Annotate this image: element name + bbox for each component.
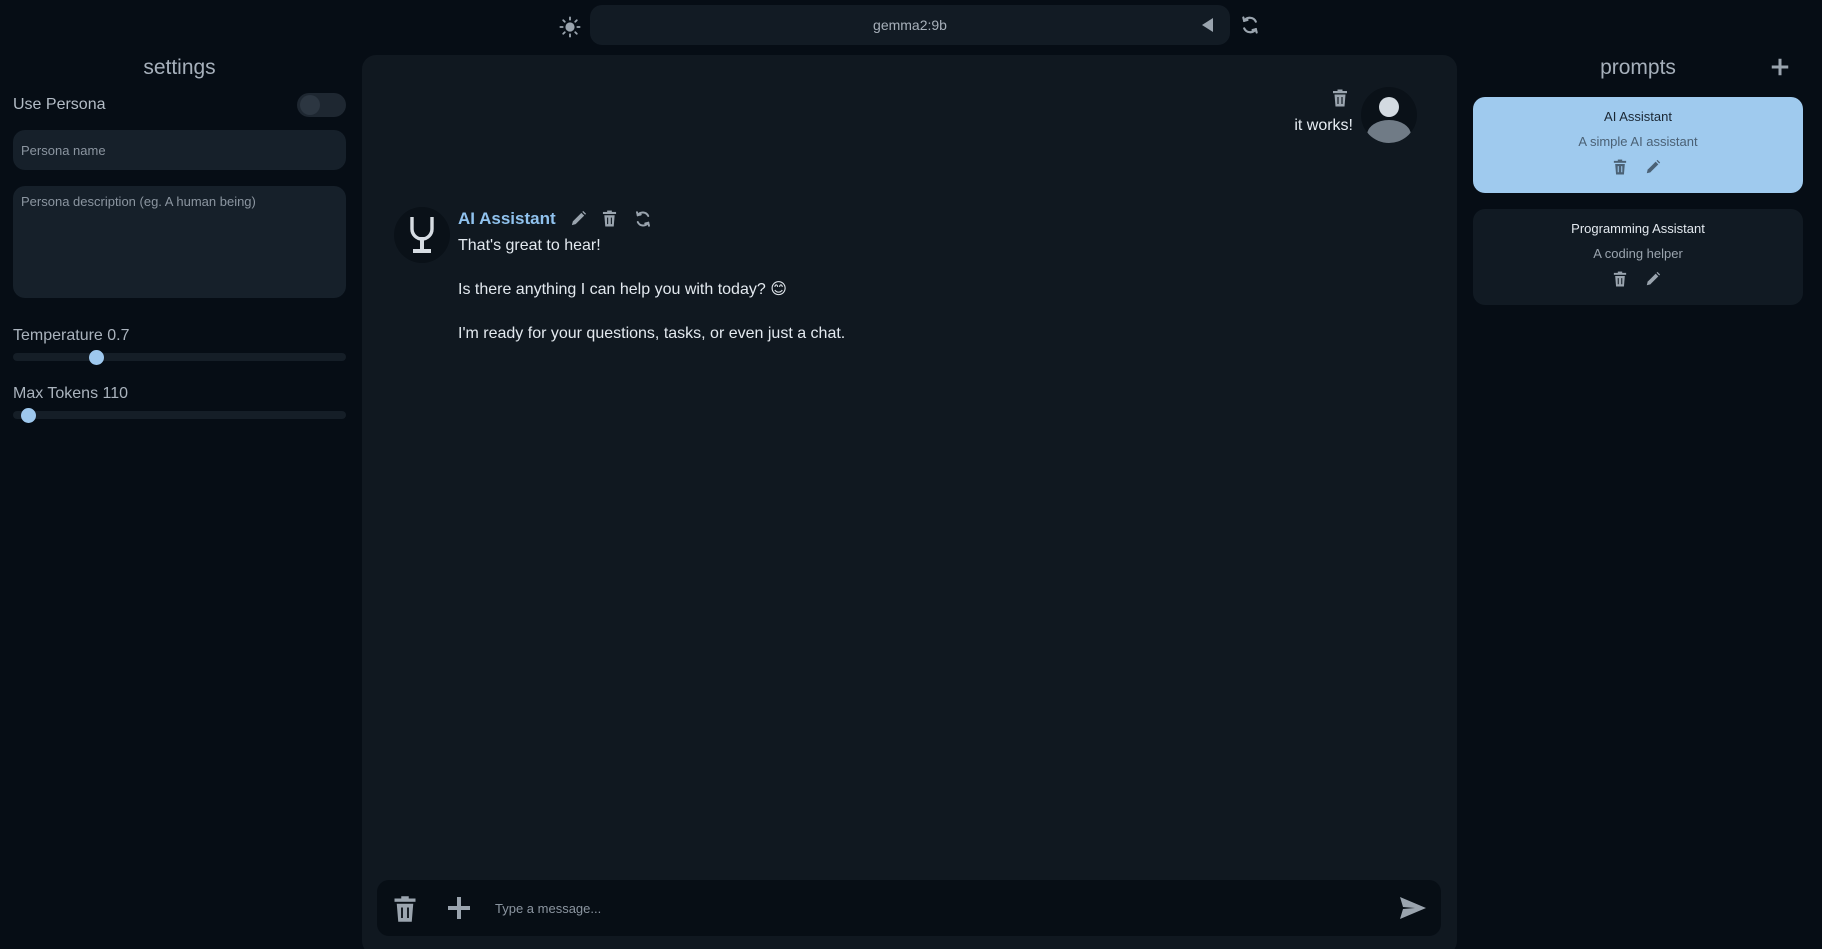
prompt-card-ai-assistant[interactable]: AI Assistant A simple AI assistant: [1473, 97, 1803, 193]
max-tokens-control: Max Tokens 110: [13, 385, 346, 423]
delete-user-message-button[interactable]: [1332, 89, 1350, 107]
caret-left-icon: [1202, 18, 1213, 32]
regenerate-response-button[interactable]: [634, 210, 652, 228]
model-name: gemma2:9b: [873, 17, 947, 33]
use-persona-toggle[interactable]: [297, 93, 346, 117]
add-prompt-button[interactable]: [1771, 58, 1791, 78]
toggle-knob: [300, 95, 320, 115]
top-bar: gemma2:9b: [556, 5, 1260, 45]
prompt-description: A simple AI assistant: [1578, 134, 1698, 149]
delete-prompt-button[interactable]: [1613, 159, 1631, 177]
assistant-logo-icon: [410, 217, 434, 253]
settings-title: settings: [143, 56, 216, 79]
assistant-message-header: AI Assistant: [458, 207, 652, 231]
temperature-label: Temperature 0.7: [13, 327, 130, 344]
trash-icon: [394, 896, 416, 922]
chat-panel: it works! AI Assistant That's great to h…: [362, 55, 1457, 949]
use-persona-row: Use Persona: [13, 92, 346, 118]
send-button[interactable]: [1399, 896, 1427, 920]
temperature-control: Temperature 0.7: [13, 327, 346, 365]
prompt-card-programming-assistant[interactable]: Programming Assistant A coding helper: [1473, 209, 1803, 305]
delete-assistant-message-button[interactable]: [602, 210, 620, 228]
max-tokens-label: Max Tokens 110: [13, 385, 129, 402]
max-tokens-slider[interactable]: [13, 408, 346, 423]
assistant-avatar: [394, 207, 450, 263]
pencil-icon: [1646, 271, 1661, 286]
send-icon: [1400, 897, 1426, 919]
prompt-title: AI Assistant: [1604, 109, 1672, 124]
assistant-paragraph: That's great to hear!: [458, 237, 601, 254]
temperature-slider[interactable]: [13, 350, 346, 365]
max-tokens-slider-thumb[interactable]: [20, 408, 36, 423]
trash-icon: [1613, 271, 1627, 287]
prompts-title: prompts: [1600, 56, 1676, 79]
edit-assistant-message-button[interactable]: [570, 210, 588, 228]
trash-icon: [1613, 159, 1627, 175]
refresh-icon: [635, 211, 650, 227]
edit-prompt-button[interactable]: [1645, 271, 1663, 289]
assistant-message-body: That's great to hear! Is there anything …: [458, 235, 1058, 367]
plus-icon: [1771, 58, 1789, 76]
assistant-paragraph: I'm ready for your questions, tasks, or …: [458, 325, 846, 342]
clear-chat-button[interactable]: [393, 895, 419, 923]
prompt-description: A coding helper: [1593, 246, 1683, 261]
message-input[interactable]: [495, 892, 1355, 924]
user-avatar: [1361, 87, 1417, 143]
use-persona-label: Use Persona: [13, 96, 106, 113]
trash-icon: [1333, 89, 1347, 107]
assistant-paragraph: Is there anything I can help you with to…: [458, 281, 787, 298]
user-avatar-icon: [1367, 97, 1411, 143]
assistant-name[interactable]: AI Assistant: [458, 209, 556, 229]
sun-icon: [559, 16, 581, 38]
refresh-models-button[interactable]: [1240, 15, 1262, 37]
model-selector[interactable]: gemma2:9b: [590, 5, 1230, 45]
trash-icon: [602, 210, 616, 227]
message-composer: [377, 880, 1441, 936]
prompts-panel: prompts AI Assistant A simple AI assista…: [1473, 50, 1803, 305]
persona-description-input[interactable]: [13, 186, 346, 298]
refresh-icon: [1242, 16, 1258, 34]
persona-name-input[interactable]: [13, 130, 346, 170]
plus-icon: [448, 897, 470, 919]
settings-panel: settings Use Persona Temperature 0.7 Max…: [13, 50, 346, 423]
theme-toggle-button[interactable]: [556, 13, 584, 41]
prompt-actions: [1473, 159, 1803, 177]
edit-prompt-button[interactable]: [1645, 159, 1663, 177]
prompt-title: Programming Assistant: [1571, 221, 1705, 236]
new-chat-button[interactable]: [447, 896, 471, 920]
user-message-text: it works!: [1294, 117, 1353, 134]
temperature-slider-thumb[interactable]: [89, 350, 105, 365]
delete-prompt-button[interactable]: [1613, 271, 1631, 289]
pencil-icon: [1646, 159, 1661, 174]
prompt-actions: [1473, 271, 1803, 289]
pencil-icon: [571, 210, 586, 226]
